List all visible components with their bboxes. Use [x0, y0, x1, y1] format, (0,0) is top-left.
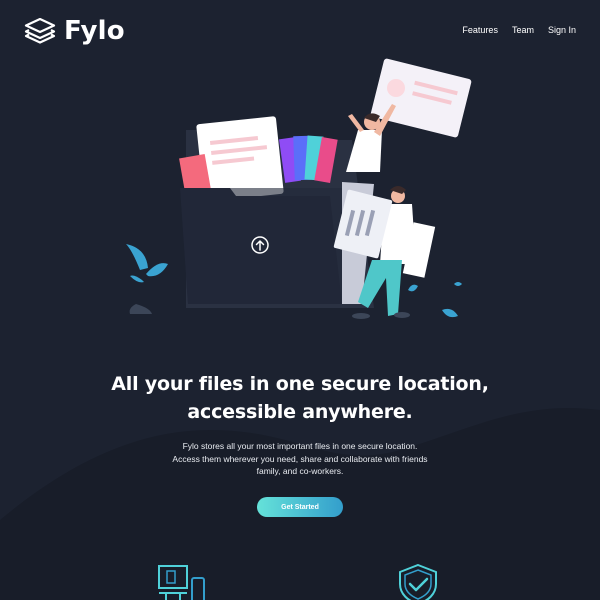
device-access-icon: [158, 565, 205, 600]
stacked-layers-icon: [24, 18, 56, 44]
hero-headline-line-1: All your files in one secure location,: [111, 373, 489, 395]
hero-description-line-2: Access them wherever you need, share and…: [172, 453, 428, 464]
hero-illustration: [126, 58, 472, 319]
nav-link-sign-in[interactable]: Sign In: [548, 25, 576, 35]
shield-check-icon: [399, 564, 437, 600]
nav-link-team[interactable]: Team: [512, 25, 534, 35]
main-nav: Features Team Sign In: [462, 25, 576, 35]
hero-description: Fylo stores all your most important file…: [170, 440, 430, 478]
hero-headline: All your files in one secure location, a…: [0, 370, 600, 426]
nav-link-features[interactable]: Features: [462, 25, 498, 35]
hero-headline-line-2: accessible anywhere.: [187, 401, 413, 423]
brand-logo[interactable]: Fylo: [24, 18, 125, 44]
hero-description-line-3: family, and co-workers.: [256, 466, 344, 476]
brand-name: Fylo: [64, 16, 125, 46]
get-started-button[interactable]: Get Started: [257, 497, 343, 517]
hero-description-line-1: Fylo stores all your most important file…: [182, 441, 418, 451]
